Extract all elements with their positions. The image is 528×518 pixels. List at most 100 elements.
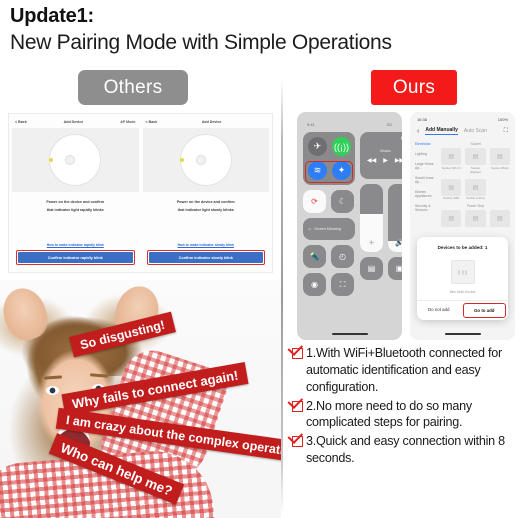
- feature-item: 1.With WiFi+Bluetooth connected for auto…: [292, 345, 528, 395]
- volume-icon: 🔊: [395, 240, 402, 248]
- confirm-button-2[interactable]: Confirm indicator slowly blink: [148, 252, 263, 264]
- brightness-icon: ☀: [368, 240, 375, 248]
- tools-row-1: 🔦 ◴: [303, 245, 355, 269]
- checkbox-checked-icon: [292, 348, 303, 360]
- instruction-line-2: that indicator light slowly blinks: [177, 207, 234, 212]
- brightness-slider[interactable]: ☀: [360, 184, 383, 253]
- status-bar: 9:41 5G: [303, 116, 396, 132]
- sidebar-item-electrician[interactable]: Electrician: [415, 142, 437, 146]
- checkbox-checked-icon: [292, 400, 303, 412]
- back-button-2[interactable]: < Back: [146, 120, 158, 124]
- moon-icon[interactable]: ☾: [331, 190, 354, 214]
- music-controls[interactable]: ◀◀ ▶ ▶▶: [367, 157, 402, 164]
- airplay-icon[interactable]: [401, 135, 402, 142]
- device-tile-grid-1: ▤ Socket (Wi-Fi) ▤ Socket (Zigbee) ▤ Soc…: [441, 148, 510, 201]
- device-tile[interactable]: ▤ Socket (BLE): [489, 148, 510, 174]
- sidebar-item-large-home-ap[interactable]: Large Home Ap...: [415, 162, 437, 170]
- sidebar-item-kitchen-appliances[interactable]: Kitchen Appliances: [415, 190, 437, 198]
- device-thumb-icon: ▤: [441, 178, 462, 196]
- help-link-1[interactable]: How to make indicator rapidly blink: [16, 243, 135, 247]
- device-thumb-icon: ▤: [441, 148, 462, 166]
- status-indicators: 100%: [497, 117, 508, 123]
- device-thumb-icon: ▤: [465, 178, 486, 196]
- dialog-actions: Do not add Go to add: [417, 300, 508, 320]
- ap-mode-button-1[interactable]: AP Mode: [120, 120, 135, 124]
- play-icon[interactable]: ▶: [383, 157, 388, 164]
- flashlight-icon[interactable]: 🔦: [303, 245, 326, 269]
- device-tile[interactable]: ▤ Socket (Wi-Fi): [441, 148, 462, 174]
- tab-auto-scan[interactable]: Auto Scan: [464, 128, 487, 134]
- tools-row-right: ▤ ▣: [360, 257, 402, 281]
- camera-icon[interactable]: ▣: [388, 257, 402, 281]
- go-to-add-button[interactable]: Go to add: [462, 303, 506, 319]
- device-tile[interactable]: ▤: [441, 209, 462, 227]
- previous-icon[interactable]: ◀◀: [367, 157, 376, 164]
- page-title: Update1:: [10, 5, 94, 27]
- device-tile[interactable]: ▤ Socket (Zigbee): [465, 148, 486, 174]
- section-title-power-strip: Power Strip: [466, 203, 485, 208]
- wifi-icon[interactable]: ≋: [308, 161, 327, 181]
- sidebar-item-small-home-ap[interactable]: Small Home Ap...: [415, 176, 437, 184]
- volume-slider[interactable]: 🔊: [388, 184, 402, 253]
- music-module[interactable]: Music ◀◀ ▶ ▶▶: [360, 132, 402, 180]
- scan-icon[interactable]: ⛶: [504, 128, 508, 135]
- rotation-lock-icon[interactable]: ⟳: [303, 190, 326, 214]
- app-navbar: ‹ Add Manually Auto Scan ⛶: [410, 124, 515, 139]
- confirm-button-1[interactable]: Confirm indicator rapidly blink: [18, 252, 133, 264]
- indicator-led-icon: [49, 158, 54, 163]
- qr-scan-icon[interactable]: ⛶: [331, 273, 354, 297]
- device-body-icon: [49, 134, 102, 187]
- sidebar-item-security-sensors[interactable]: Security & Sensors: [415, 204, 437, 212]
- lock-dnd-row: ⟳ ☾: [303, 190, 355, 214]
- connectivity-module: ✈ ((¡)) ≋ ✦: [303, 132, 355, 186]
- home-indicator: [331, 332, 368, 336]
- music-label: Music: [380, 147, 391, 153]
- checkbox-checked-icon: [292, 435, 303, 447]
- screen-record-icon[interactable]: ◉: [303, 273, 326, 297]
- device-tile-label: Socket (BLE): [490, 165, 509, 170]
- old-app-navbar-2: < Back Add Device: [143, 117, 270, 128]
- frustrated-user-photo: So disgusting! Why fails to connect agai…: [0, 280, 281, 518]
- device-illustration-2: [142, 128, 269, 193]
- device-tile-label: Socket (other): [466, 196, 485, 201]
- control-center-right-column: Music ◀◀ ▶ ▶▶ ☀ 🔊 ▤ ▣: [360, 132, 402, 296]
- new-flow-screenshots: 9:41 5G ✈ ((¡)) ≋ ✦ ⟳ ☾ ▭ Screen Mirrori…: [297, 112, 523, 341]
- calculator-icon[interactable]: ▤: [360, 257, 383, 281]
- device-thumb-icon: ▤: [465, 209, 486, 227]
- status-bar: 16:38 100%: [410, 112, 515, 124]
- tools-row-2: ◉ ⛶: [303, 273, 355, 297]
- screen-mirroring-tile[interactable]: ▭ Screen Mirroring: [303, 218, 355, 241]
- device-thumb-icon: ▤: [489, 209, 510, 227]
- do-not-add-button[interactable]: Do not add: [417, 301, 461, 320]
- device-tile[interactable]: ▤ Socket (other): [465, 178, 486, 201]
- help-link-2[interactable]: How to make indicator slowly blink: [147, 243, 266, 247]
- device-tile-label: Socket (Zigbee): [469, 165, 482, 174]
- device-catalog: Socket ▤ Socket (Wi-Fi) ▤ Socket (Zigbee…: [441, 139, 510, 227]
- device-tile[interactable]: ▤: [489, 209, 510, 227]
- next-icon[interactable]: ▶▶: [395, 157, 402, 164]
- device-tile-grid-2: ▤ ▤ ▤: [441, 209, 510, 227]
- cta-highlight-2: Confirm indicator slowly blink: [146, 250, 265, 266]
- timer-icon[interactable]: ◴: [331, 245, 354, 269]
- tab-add-manually[interactable]: Add Manually: [425, 127, 458, 136]
- device-tile[interactable]: ▤: [465, 209, 486, 227]
- back-button-1[interactable]: < Back: [15, 120, 27, 124]
- feature-item: 3.Quick and easy connection within 8 sec…: [292, 433, 528, 466]
- devices-found-dialog: Devices to be added: 1 Mini Multi-Socket…: [417, 237, 508, 321]
- sidebar-item-lighting[interactable]: Lighting: [415, 152, 437, 156]
- section-title-socket: Socket: [470, 142, 481, 147]
- status-indicators: 5G: [386, 122, 392, 128]
- device-tile[interactable]: ▤ Socket (NB): [441, 178, 462, 201]
- device-thumb-icon: ▤: [465, 148, 486, 166]
- airplane-mode-icon[interactable]: ✈: [308, 137, 327, 157]
- bluetooth-icon[interactable]: ✦: [332, 161, 351, 181]
- indicator-led-icon: [179, 158, 184, 163]
- panel-ours: 9:41 5G ✈ ((¡)) ≋ ✦ ⟳ ☾ ▭ Screen Mirrori…: [290, 112, 528, 498]
- category-sidebar: Electrician Lighting Large Home Ap... Sm…: [415, 139, 437, 227]
- device-button-icon: [195, 155, 206, 166]
- page-subtitle: New Pairing Mode with Simple Operations: [10, 31, 392, 54]
- chevron-left-icon[interactable]: ‹: [417, 128, 419, 135]
- device-button-icon: [65, 155, 76, 166]
- cellular-data-icon[interactable]: ((¡)): [332, 137, 351, 157]
- dialog-device-name: Mini Multi-Socket: [449, 290, 476, 295]
